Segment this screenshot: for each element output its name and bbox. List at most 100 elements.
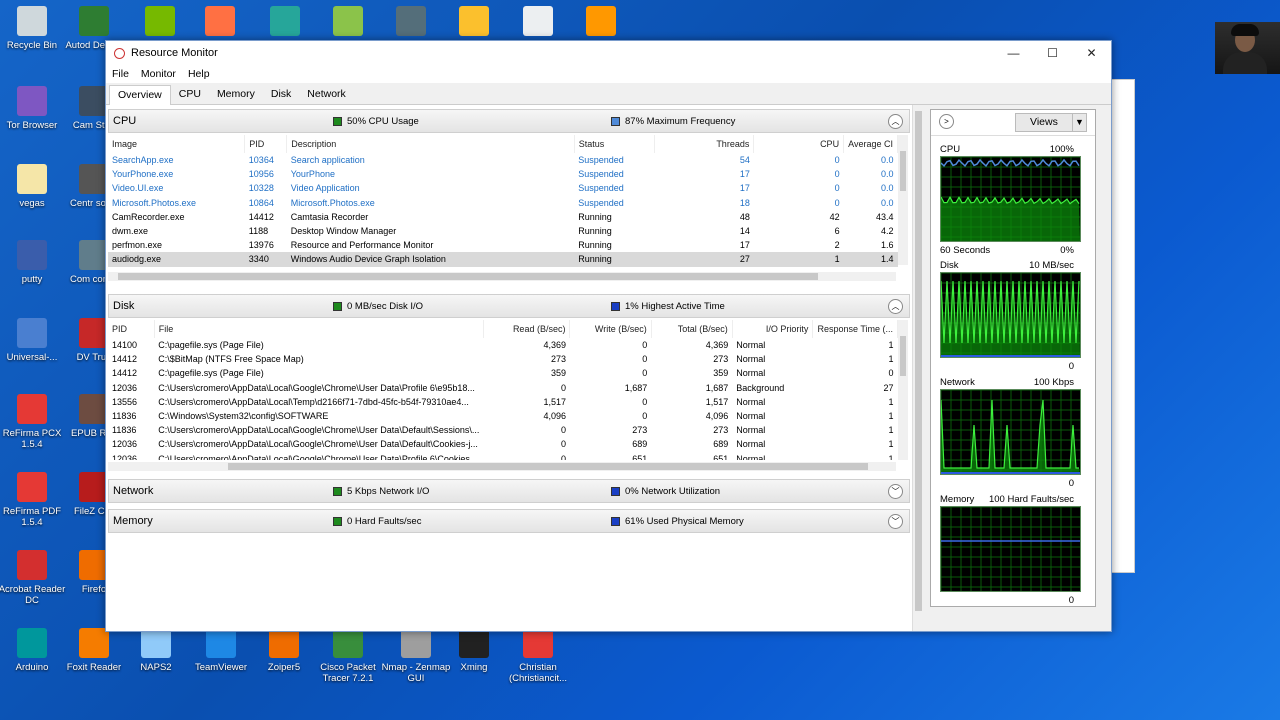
table-cell: 0	[560, 453, 566, 460]
close-button[interactable]: ✕	[1072, 41, 1111, 65]
desktop-icon[interactable]: Cisco Packet Tracer 7.2.1	[312, 628, 384, 684]
cpu-section-header[interactable]: CPU 50% CPU Usage 87% Maximum Frequency …	[108, 109, 910, 133]
cpu-column-header[interactable]: PID	[244, 135, 288, 153]
chevron-right-icon[interactable]: >	[939, 114, 954, 129]
memory-section-header[interactable]: Memory 0 Hard Faults/sec 61% Used Physic…	[108, 509, 910, 533]
table-row[interactable]: 14412 C:\$BitMap (NTFS Free Space Map) 273…	[108, 352, 898, 366]
cpu-column-header[interactable]: Average CI	[843, 135, 898, 153]
table-row[interactable]: 11836 C:\Users\cromero\AppData\Local\Goog…	[108, 423, 898, 437]
table-cell: 0	[834, 197, 840, 208]
disk-column-header[interactable]: Response Time (...	[812, 320, 898, 338]
menu-file[interactable]: File	[112, 68, 129, 80]
disk-column-header[interactable]: File	[154, 320, 484, 338]
table-row[interactable]: 14100 C:\pagefile.sys (Page File) 4,369 0 4,…	[108, 338, 898, 352]
desktop-icon[interactable]	[333, 6, 363, 36]
disk-column-header[interactable]: Read (B/sec)	[483, 320, 571, 338]
desktop-icon[interactable]	[459, 6, 489, 36]
cpu-column-header[interactable]: Threads	[654, 135, 755, 153]
desktop-icon[interactable]	[396, 6, 426, 36]
network-utilization-stat: 0% Network Utilization	[611, 486, 720, 497]
graph-panel-header: > Views ▼	[931, 110, 1095, 136]
disk-column-header[interactable]: Total (B/sec)	[651, 320, 733, 338]
title-bar[interactable]: Resource Monitor — ☐ ✕	[106, 41, 1111, 65]
table-cell: 0	[834, 169, 840, 180]
table-row[interactable]: 11836 C:\Windows\System32\config\SOFTWARE…	[108, 409, 898, 423]
table-row[interactable]: CamRecorder.exe 14412 Camtasia Recorder Run…	[108, 210, 898, 224]
table-row[interactable]: SearchApp.exe 10364 Search application Susp…	[108, 153, 898, 167]
table-cell: 4,369	[705, 340, 729, 351]
minimize-button[interactable]: —	[994, 41, 1033, 65]
app-icon	[141, 628, 171, 658]
disk-section-header[interactable]: Disk 0 MB/sec Disk I/O 1% Highest Active…	[108, 294, 910, 318]
disk-column-header[interactable]: I/O Priority	[732, 320, 814, 338]
tab-overview[interactable]: Overview	[109, 85, 171, 105]
menu-help[interactable]: Help	[188, 68, 210, 80]
network-graph	[940, 389, 1081, 475]
table-cell: Normal	[736, 425, 766, 436]
desktop-icon[interactable]: Christian (Christiancit...	[502, 628, 574, 684]
desktop-icon[interactable]	[270, 6, 300, 36]
cpu-table-scrollbar[interactable]	[898, 135, 908, 265]
disk-graph	[940, 272, 1081, 358]
table-cell: Normal	[736, 453, 766, 460]
table-cell: Microsoft.Photos.exe	[112, 197, 197, 208]
main-scrollbar[interactable]	[912, 105, 924, 631]
table-row[interactable]: 12036 C:\Users\cromero\AppData\Local\Goog…	[108, 452, 898, 460]
table-row[interactable]: YourPhone.exe 10956 YourPhone Suspended 17 0 0…	[108, 167, 898, 181]
chevron-up-icon[interactable]: ︿	[888, 299, 903, 314]
table-row[interactable]: audiodg.exe 3340 Windows Audio Device Grap…	[108, 252, 898, 267]
table-cell: 1	[888, 411, 894, 422]
app-icon	[17, 628, 47, 658]
tab-network[interactable]: Network	[299, 85, 354, 104]
table-row[interactable]: dwm.exe 1188 Desktop Window Manager Running…	[108, 224, 898, 238]
disk-io-stat: 0 MB/sec Disk I/O	[333, 301, 423, 312]
desktop-icon[interactable]	[145, 6, 175, 36]
table-row[interactable]: 12036 C:\Users\cromero\AppData\Local\Goog…	[108, 381, 898, 395]
table-row[interactable]: 14412 C:\pagefile.sys (Page File) 359 0 359 N…	[108, 366, 898, 380]
table-row[interactable]: 12036 C:\Users\cromero\AppData\Local\Goog…	[108, 437, 898, 451]
table-cell: 273	[550, 354, 566, 365]
disk-table-scrollbar[interactable]	[898, 320, 908, 460]
table-cell: 0.0	[880, 155, 894, 166]
table-cell: Search application	[290, 155, 365, 166]
table-row[interactable]: 13556 C:\Users\cromero\AppData\Local\Temp…	[108, 395, 898, 409]
cpu-table-hscroll[interactable]	[108, 272, 896, 281]
disk-table-hscroll[interactable]	[108, 462, 896, 471]
table-row[interactable]: Microsoft.Photos.exe 10864 Microsoft.Photo…	[108, 196, 898, 210]
maximize-button[interactable]: ☐	[1033, 41, 1072, 65]
network-io-stat: 5 Kbps Network I/O	[333, 486, 429, 497]
menu-monitor[interactable]: Monitor	[141, 68, 176, 80]
chevron-down-icon[interactable]: ﹀	[888, 514, 903, 529]
table-cell: System	[108, 267, 245, 270]
tab-memory[interactable]: Memory	[209, 85, 263, 104]
cpu-column-header[interactable]: CPU	[753, 135, 845, 153]
desktop-icon[interactable]: TeamViewer	[185, 628, 257, 673]
table-cell: 1	[888, 453, 894, 460]
desktop-icon[interactable]: Xming	[438, 628, 510, 673]
table-row[interactable]: System4NT Kernel & SystemRunning22311.1	[108, 267, 898, 270]
table-cell: C:\Users\cromero\AppData\Local\Google\Ch…	[158, 425, 480, 436]
disk-column-header[interactable]: PID	[108, 320, 155, 338]
network-section-header[interactable]: Network 5 Kbps Network I/O 0% Network Ut…	[108, 479, 910, 503]
table-cell: C:\Users\cromero\AppData\Local\Google\Ch…	[158, 439, 478, 450]
desktop-icon[interactable]	[205, 6, 235, 36]
graph-label: CPU 100%	[940, 144, 1074, 155]
cpu-column-header[interactable]: Status	[574, 135, 655, 153]
cpu-usage-stat: 50% CPU Usage	[333, 116, 419, 127]
views-dropdown[interactable]: Views ▼	[1015, 113, 1087, 132]
desktop-icon[interactable]: NAPS2	[120, 628, 192, 673]
cpu-column-header[interactable]: Description	[286, 135, 575, 153]
cpu-column-header[interactable]: Image	[108, 135, 246, 153]
table-cell: 1	[888, 354, 894, 365]
tab-cpu[interactable]: CPU	[171, 85, 209, 104]
tab-disk[interactable]: Disk	[263, 85, 299, 104]
desktop-icon[interactable]: Zoiper5	[248, 628, 320, 673]
chevron-down-icon[interactable]: ﹀	[888, 484, 903, 499]
desktop-icon[interactable]	[586, 6, 616, 36]
table-row[interactable]: perfmon.exe 13976 Resource and Performance…	[108, 238, 898, 252]
desktop-icon-label: NAPS2	[140, 662, 172, 673]
desktop-icon[interactable]	[523, 6, 553, 36]
chevron-up-icon[interactable]: ︿	[888, 114, 903, 129]
table-row[interactable]: Video.UI.exe 10328 Video Application Suspen…	[108, 181, 898, 195]
disk-column-header[interactable]: Write (B/sec)	[569, 320, 652, 338]
